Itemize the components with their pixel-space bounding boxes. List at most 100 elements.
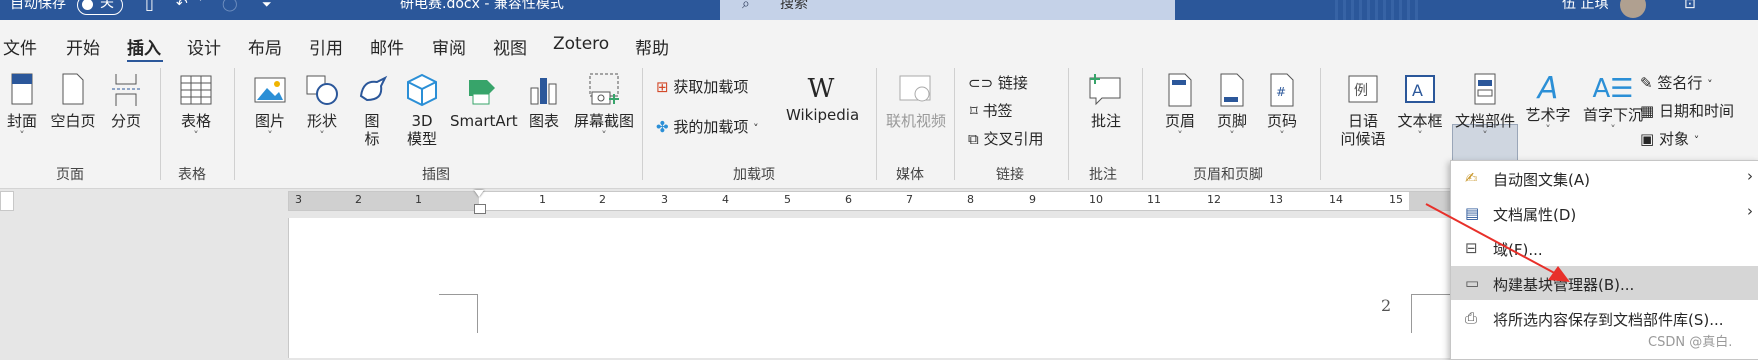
wikipedia-button[interactable]: W Wikipedia xyxy=(786,72,859,124)
title-bar: 自动保存 关 ▯ ↶ ˅ ◯ ⏷ 研电赛.docx - 兼容性模式 ⌕ 搜索 伍… xyxy=(0,0,1758,20)
tab-references[interactable]: 引用 xyxy=(309,34,343,59)
ribbon-display-icon[interactable]: ⊡ xyxy=(1684,0,1696,11)
pictures-button[interactable]: 图片 ˅ xyxy=(250,72,290,142)
table-button[interactable]: 表格 ˅ xyxy=(176,72,216,142)
comment-button[interactable]: 批注 xyxy=(1084,72,1128,130)
ruler-number: 11 xyxy=(1147,193,1161,206)
page-number-button[interactable]: # 页码 ˅ xyxy=(1262,72,1302,142)
redo-icon[interactable]: ◯ xyxy=(222,0,238,11)
left-indent-marker[interactable] xyxy=(474,204,486,214)
group-separator xyxy=(642,68,643,180)
wordart-button[interactable]: A 艺术字 ˅ xyxy=(1522,72,1574,136)
header-button[interactable]: 页眉 ˅ xyxy=(1160,72,1200,142)
horizontal-ruler[interactable]: 3 2 1 1 2 3 4 5 6 7 8 9 10 11 12 13 14 1… xyxy=(288,190,1470,214)
tab-review[interactable]: 审阅 xyxy=(432,34,466,59)
textbox-label: 文本框 xyxy=(1397,112,1443,130)
footer-button[interactable]: 页脚 ˅ xyxy=(1212,72,1252,142)
group-label-links: 链接 xyxy=(996,167,1024,183)
bookmark-button[interactable]: ⌑ 书签 xyxy=(970,100,1013,121)
blank-page-button[interactable]: 空白页 xyxy=(48,72,98,130)
page-break-button[interactable]: 分页 xyxy=(106,72,146,130)
icons-button[interactable]: 图 标 xyxy=(354,72,390,148)
my-addins-button[interactable]: ✤ 我的加载项 ˅ xyxy=(656,116,759,137)
document-page[interactable]: 2 xyxy=(288,218,1469,358)
cover-page-icon xyxy=(11,73,33,105)
margin-crop-mark-left xyxy=(439,294,478,333)
svg-text:#: # xyxy=(1276,85,1286,99)
cover-page-button[interactable]: 封面 ˅ xyxy=(3,72,41,142)
undo-icon[interactable]: ↶ xyxy=(176,0,188,11)
table-label: 表格 xyxy=(180,112,211,130)
textbox-button[interactable]: A 文本框 ˅ xyxy=(1394,72,1446,142)
menu-item-save-to-gallery[interactable]: ⎙ 将所选内容保存到文档部件库(S)... xyxy=(1451,301,1758,335)
cross-reference-button[interactable]: ⧉ 交叉引用 xyxy=(968,128,1044,149)
menu-item-label: 自动图文集(A) xyxy=(1493,171,1590,189)
save-icon[interactable]: ▯ xyxy=(145,0,154,12)
link-label: 链接 xyxy=(997,74,1028,92)
ruler-number: 3 xyxy=(661,193,668,206)
group-label-header-footer: 页眉和页脚 xyxy=(1193,167,1263,183)
menu-item-autotext[interactable]: ✍ 自动图文集(A) › xyxy=(1451,161,1758,195)
date-time-button[interactable]: ▦ 日期和时间 xyxy=(1640,100,1734,121)
search-icon: ⌕ xyxy=(742,0,750,12)
object-icon: ▣ xyxy=(1640,130,1655,148)
watermark: CSDN @真白. xyxy=(1648,335,1733,350)
footer-label: 页脚 xyxy=(1216,112,1247,130)
tab-home[interactable]: 开始 xyxy=(66,34,100,59)
autosave-toggle[interactable]: 关 xyxy=(77,0,123,15)
toggle-state: 关 xyxy=(100,0,114,11)
margin-crop-mark-right xyxy=(1411,294,1452,333)
ruler-tab-selector[interactable] xyxy=(0,191,14,211)
object-button[interactable]: ▣ 对象 ˅ xyxy=(1640,128,1699,149)
my-addins-label: 我的加载项 xyxy=(673,118,749,136)
tab-file[interactable]: 文件 xyxy=(3,34,37,59)
group-separator xyxy=(1320,68,1321,180)
signature-line-button[interactable]: ✎ 签名行 ˅ xyxy=(1640,72,1713,93)
shapes-button[interactable]: 形状 ˅ xyxy=(302,72,342,142)
store-icon: ⊞ xyxy=(656,78,669,96)
dropcap-button[interactable]: A☰ 首字下沉 ˅ xyxy=(1578,72,1648,136)
3d-label-2: 模型 xyxy=(406,130,437,148)
screenshot-label: 屏幕截图 xyxy=(573,112,634,130)
chart-label: 图表 xyxy=(528,112,559,130)
link-button[interactable]: ⊂⊃ 链接 xyxy=(968,72,1028,93)
greeting-button[interactable]: 例 日语 问候语 xyxy=(1334,72,1392,148)
red-arrow-annotation xyxy=(1425,203,1570,282)
user-name[interactable]: 伍 正琪 xyxy=(1562,0,1608,11)
tab-zotero[interactable]: Zotero xyxy=(553,34,609,54)
chart-icon xyxy=(530,78,557,105)
chevron-right-icon: › xyxy=(1747,202,1753,220)
tab-design[interactable]: 设计 xyxy=(187,34,221,59)
tab-insert[interactable]: 插入 xyxy=(127,34,161,59)
ruler-number: 1 xyxy=(415,193,422,206)
tab-mailings[interactable]: 邮件 xyxy=(370,34,404,59)
get-addins-button[interactable]: ⊞ 获取加载项 xyxy=(656,76,748,97)
group-label-comments: 批注 xyxy=(1089,167,1117,183)
page-number-text: 2 xyxy=(1381,296,1392,315)
link-icon: ⊂⊃ xyxy=(968,74,994,92)
group-label-media: 媒体 xyxy=(896,167,924,183)
ruler-number: 4 xyxy=(722,193,729,206)
tab-layout[interactable]: 布局 xyxy=(248,34,282,59)
tab-view[interactable]: 视图 xyxy=(493,34,527,59)
search-box[interactable]: ⌕ 搜索 xyxy=(720,0,1175,20)
first-line-indent-marker[interactable] xyxy=(474,190,484,197)
avatar[interactable] xyxy=(1620,0,1646,18)
online-video-button[interactable]: 联机视频 xyxy=(884,72,948,130)
quickparts-button[interactable]: 文档部件 ˅ xyxy=(1452,72,1518,142)
screenshot-button[interactable]: 屏幕截图 ˅ xyxy=(572,72,636,142)
chevron-down-icon[interactable]: ˅ xyxy=(198,0,203,11)
3d-models-button[interactable]: 3D 模型 xyxy=(402,72,442,148)
page-number-icon: # xyxy=(1270,73,1294,107)
tab-help[interactable]: 帮助 xyxy=(635,34,669,59)
chart-button[interactable]: 图表 xyxy=(524,72,564,130)
customize-qat-icon[interactable]: ⏷ xyxy=(262,0,272,11)
ruler-number: 15 xyxy=(1389,193,1403,206)
group-label-addins: 加载项 xyxy=(733,167,775,183)
ruler-number: 14 xyxy=(1329,193,1343,206)
greeting-icon: 例 xyxy=(1348,75,1378,103)
ruler-number: 9 xyxy=(1029,193,1036,206)
group-label-tables: 表格 xyxy=(178,167,206,183)
smartart-button[interactable]: SmartArt xyxy=(450,72,518,130)
smartart-label: SmartArt xyxy=(450,112,518,130)
